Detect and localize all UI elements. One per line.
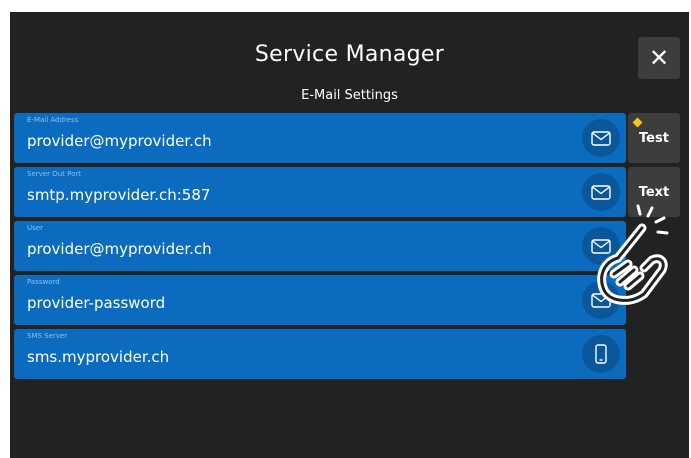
page-title: Service Manager [254,42,445,67]
field-label: User [27,224,43,232]
password-field[interactable]: Password provider-password [14,275,626,325]
close-button[interactable]: ✕ [638,37,680,79]
sms-server-field[interactable]: SMS Server sms.myprovider.ch [14,329,626,379]
field-value: provider@myprovider.ch [27,240,212,258]
email-address-field[interactable]: E-Mail Address provider@myprovider.ch [14,113,626,163]
text-button-label: Text [638,184,670,200]
envelope-icon[interactable] [582,119,620,157]
field-value: sms.myprovider.ch [27,348,170,366]
section-title: E-Mail Settings [301,88,398,103]
indicator-icon [632,117,643,128]
server-out-port-field[interactable]: Server Out Port smtp.myprovider.ch:587 [14,167,626,217]
field-label: SMS Server [27,332,68,340]
field-label: Password [27,278,60,286]
field-value: provider-password [27,294,166,312]
field-value: provider@myprovider.ch [27,132,212,150]
user-field[interactable]: User provider@myprovider.ch [14,221,626,271]
test-button-label: Test [639,130,669,146]
service-manager-screen: Service Manager ✕ E-Mail Settings E-Mail… [10,12,689,458]
tap-hand-icon [597,204,669,305]
field-label: Server Out Port [27,170,81,178]
test-button[interactable]: Test [628,113,680,163]
phone-icon[interactable] [582,335,620,373]
field-value: smtp.myprovider.ch:587 [27,186,211,204]
field-label: E-Mail Address [27,116,79,124]
close-icon: ✕ [648,44,670,72]
